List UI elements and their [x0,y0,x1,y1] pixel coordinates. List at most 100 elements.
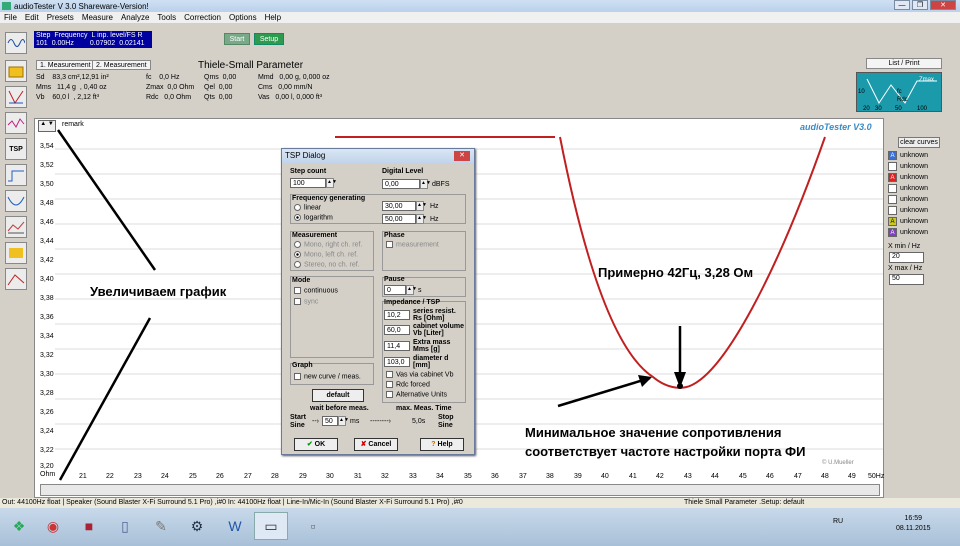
channel-item[interactable]: unknown [888,183,958,194]
channel-item[interactable]: Aunknown [888,172,958,183]
list-print-button[interactable]: List / Print [866,58,942,69]
channel-item[interactable]: Aunknown [888,216,958,227]
channel-color-box[interactable]: A [888,173,897,182]
menu-options[interactable]: Options [229,12,257,23]
digital-level-spinner[interactable]: ▲▼ [420,179,431,189]
dialog-close-button[interactable]: ✕ [454,151,470,161]
menu-file[interactable]: File [4,12,17,23]
menu-tools[interactable]: Tools [157,12,176,23]
channel-color-box[interactable] [888,162,897,171]
setup-button[interactable]: Setup [254,33,284,45]
channel-color-box[interactable] [888,195,897,204]
channel-item[interactable]: Aunknown [888,150,958,161]
step-count-input[interactable]: 100 [290,178,326,188]
start-menu-button[interactable]: ❖ [2,512,36,540]
mono-right-label: Mono, right ch. ref. [304,241,363,249]
logarithm-radio[interactable]: logarithm [294,214,333,221]
diameter-input[interactable]: 103,0 [384,357,410,367]
horizontal-scrollbar[interactable] [40,484,880,496]
tsp-tool-button[interactable]: TSP [5,138,27,160]
menu-edit[interactable]: Edit [25,12,39,23]
extra-mass-input[interactable]: 11,4 [384,341,410,351]
tab-measurement-2[interactable]: 2. Measurement [92,60,151,70]
distortion-tool-button[interactable] [5,268,27,290]
channel-item[interactable]: unknown [888,194,958,205]
xmin-input[interactable]: 20 [889,252,924,263]
alternative-units-checkbox[interactable]: Alternative Units [386,391,447,398]
pause-input[interactable]: 0 [384,285,406,295]
menu-presets[interactable]: Presets [47,12,74,23]
freq-start-input[interactable]: 30,00 [382,201,416,211]
maximize-button[interactable]: ❐ [912,0,928,10]
chrome-app[interactable]: ◉ [36,512,70,540]
tab-measurement-1[interactable]: 1. Measurement [36,60,95,70]
freq-stop-input[interactable]: 50,00 [382,214,416,224]
continuous-checkbox[interactable]: continuous [294,287,338,294]
language-indicator[interactable]: RU [833,518,843,525]
remark-toggle[interactable]: ▲ ▼ [38,120,56,132]
channel-color-box[interactable]: A [888,217,897,226]
start-button[interactable]: Start [224,33,250,45]
freq-stop-spinner[interactable]: ▲▼ [416,214,427,224]
sweep-tool-button[interactable] [5,242,27,264]
vas-via-cabinet-checkbox[interactable]: Vas via cabinet Vb [386,371,453,378]
menu-correction[interactable]: Correction [184,12,221,23]
cancel-button[interactable]: ✘ Cancel [354,438,398,451]
digital-level-input[interactable]: 0,00 [382,179,420,189]
wait-input[interactable]: 50 [322,416,338,426]
channel-label: unknown [900,174,929,181]
step-count-spinner[interactable]: ▲▼ [326,178,337,188]
step-tool-button[interactable] [5,164,27,186]
default-button[interactable]: default [312,389,364,402]
wait-spinner[interactable]: ▲▼ [338,416,349,426]
channel-label: unknown [900,185,929,192]
channel-item[interactable]: Aunknown [888,227,958,238]
impulse-tool-button[interactable] [5,190,27,212]
system-clock[interactable]: 16:59 08.11.2015 [896,514,931,534]
channel-color-box[interactable] [888,184,897,193]
filter-tool-button[interactable] [5,86,27,108]
channel-color-box[interactable]: A [888,151,897,160]
linear-radio[interactable]: linear [294,204,321,211]
close-button[interactable]: ✕ [930,0,956,10]
menu-measure[interactable]: Measure [82,12,113,23]
pause-spinner[interactable]: ▲▼ [406,285,417,295]
audiotester-icon: ▭ [264,517,278,534]
minimize-button[interactable]: — [894,0,910,10]
spectrum-tool-button[interactable] [5,112,27,134]
series-resist-input[interactable]: 10,2 [384,310,410,320]
mono-left-radio[interactable]: Mono, left ch. ref. [294,251,358,258]
ok-button[interactable]: ✔ OK [294,438,338,451]
new-curve-checkbox[interactable]: new curve / meas. [294,373,361,380]
freq-start-spinner[interactable]: ▲▼ [416,201,427,211]
phase-measurement-checkbox[interactable]: measurement [386,241,439,248]
windows-icon: ❖ [12,517,26,534]
steam-app[interactable]: ⚙ [180,512,214,540]
cabinet-volume-input[interactable]: 60,0 [384,325,410,335]
channel-color-box[interactable] [888,206,897,215]
clear-curves-button[interactable]: clear curves [898,137,940,148]
tools-app[interactable]: ✎ [144,512,178,540]
other-app[interactable]: ▫ [296,512,330,540]
impedance-label: Impedance / TSP [384,299,441,306]
mono-right-radio[interactable]: Mono, right ch. ref. [294,241,362,248]
files-app[interactable]: ▯ [108,512,142,540]
help-button[interactable]: ? Help [420,438,464,451]
audiotester-app[interactable]: ▭ [254,512,288,540]
menu-help[interactable]: Help [265,12,281,23]
channel-color-box[interactable]: A [888,228,897,237]
waterfall-tool-button[interactable] [5,216,27,238]
folder-tool-button[interactable] [5,60,27,82]
word-app[interactable]: W [218,512,252,540]
rdc-forced-checkbox[interactable]: Rdc forced [386,381,430,388]
oscilloscope-tool-button[interactable] [5,32,27,54]
stereo-radio[interactable]: Stereo, no ch. ref. [294,261,360,268]
channel-item[interactable]: unknown [888,205,958,216]
mini-graph[interactable]: Zmax 10 fc Rdc 20 30 50 100 [856,72,942,112]
sync-checkbox[interactable]: sync [294,298,318,305]
channel-item[interactable]: unknown [888,161,958,172]
copyright: © U.Mueller [822,460,854,466]
xmax-input[interactable]: 50 [889,274,924,285]
winrar-app[interactable]: ■ [72,512,106,540]
menu-analyze[interactable]: Analyze [121,12,149,23]
